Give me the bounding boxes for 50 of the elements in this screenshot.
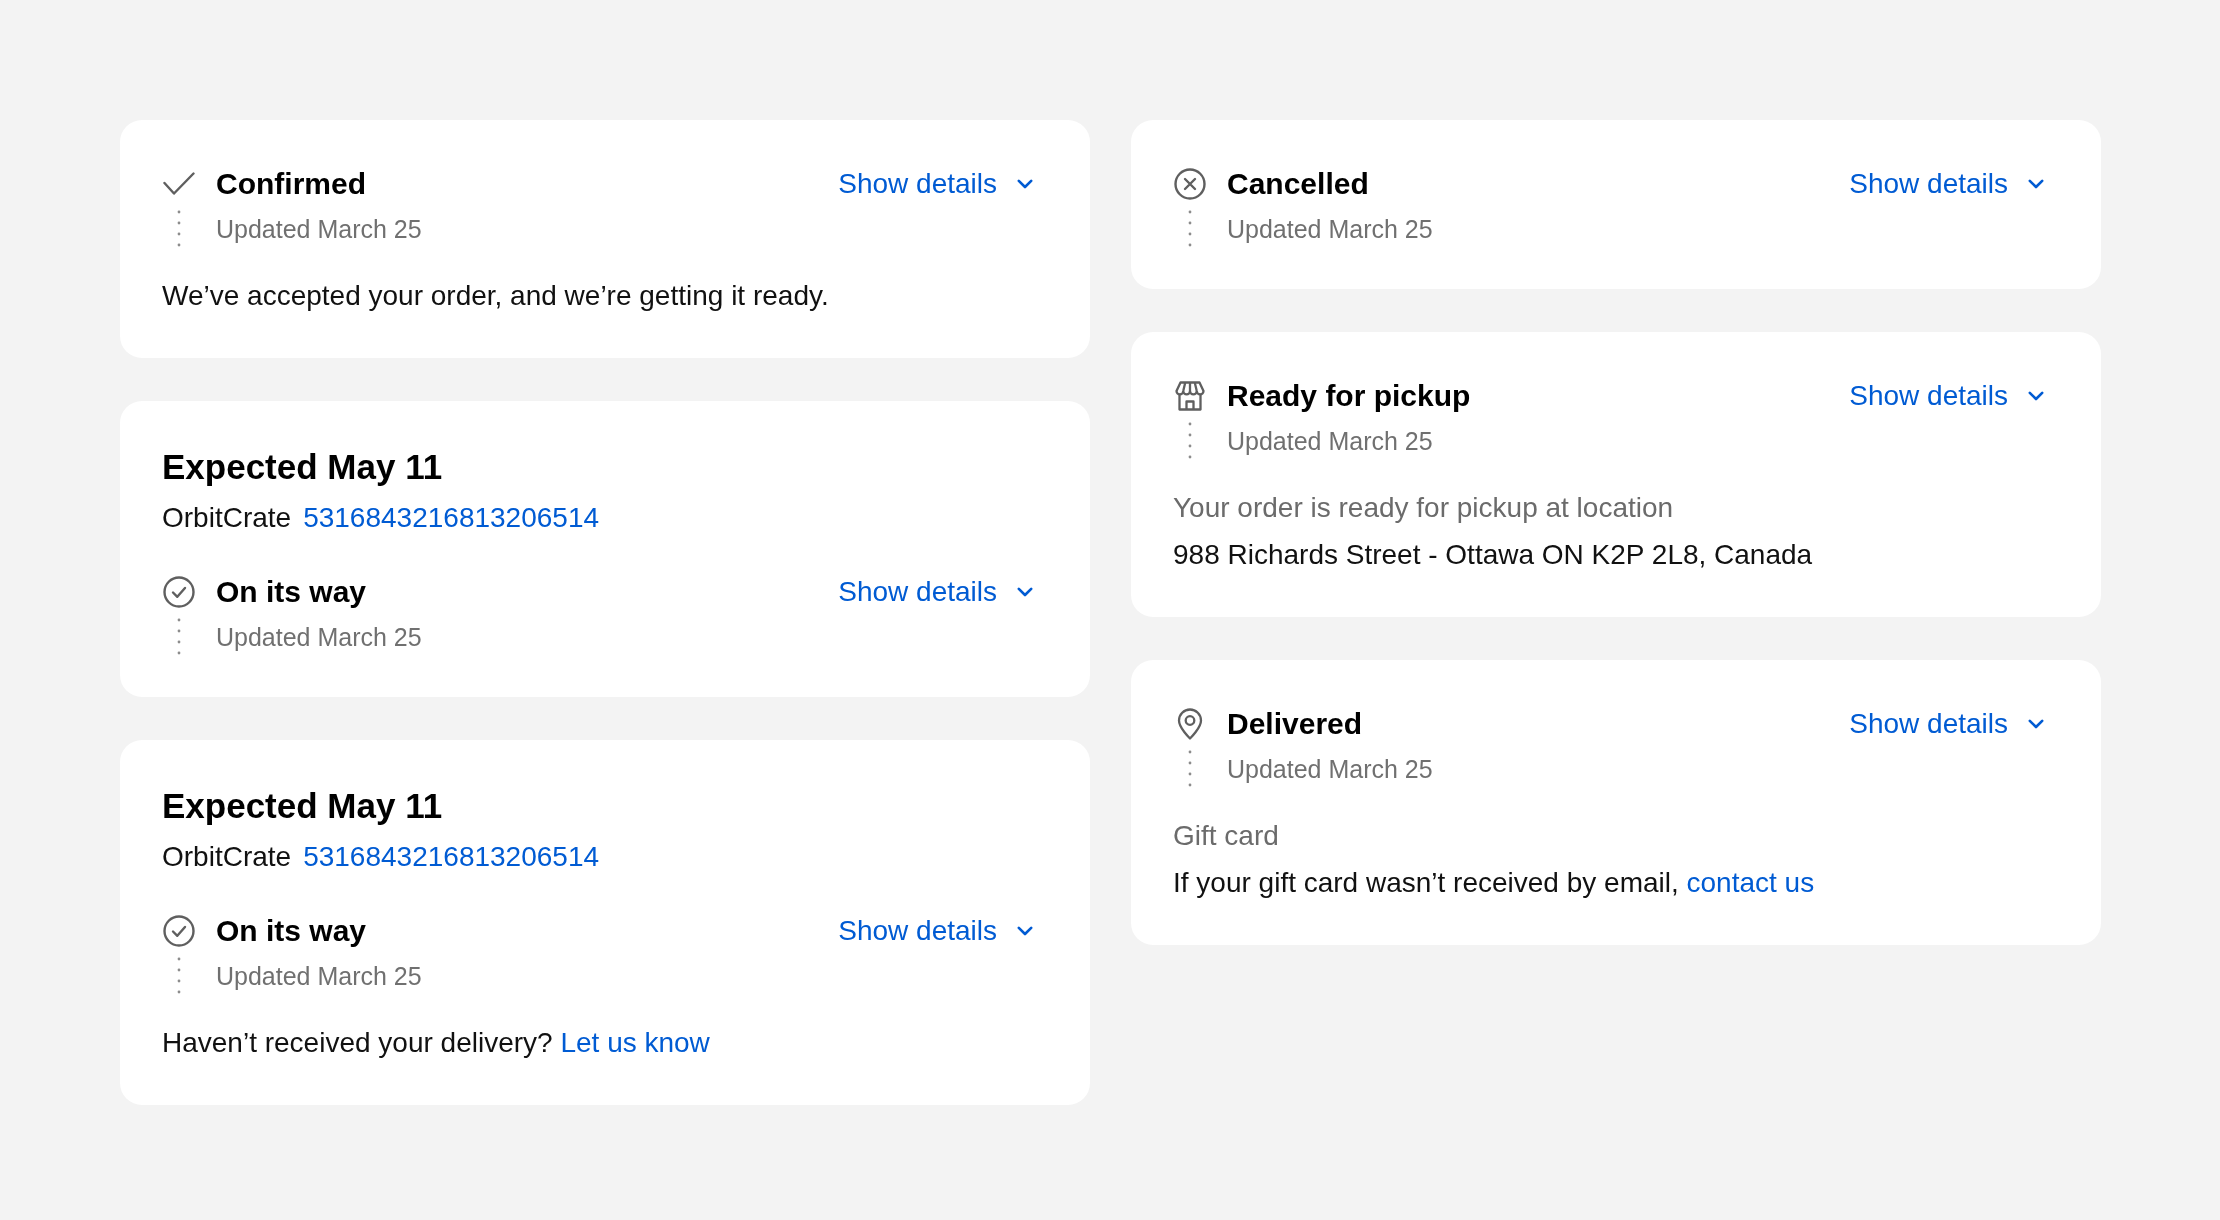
status-title: Cancelled [1227, 166, 1370, 202]
chevron-down-icon [2028, 391, 2044, 401]
chevron-down-icon [1017, 926, 1033, 936]
updated-date: Updated March 25 [216, 960, 423, 992]
show-details-button[interactable]: Show details [838, 572, 1033, 612]
tracking-number-link[interactable]: 5316843216813206514 [303, 837, 600, 877]
carrier-name: OrbitCrate [162, 501, 292, 535]
chevron-down-icon [2028, 719, 2044, 729]
help-link[interactable]: contact us [1686, 867, 1815, 898]
status-message: 988 Richards Street - Ottawa ON K2P 2L8, Canada [1173, 538, 1814, 572]
note-text: Gift card [1173, 819, 1280, 853]
carrier-name: OrbitCrate [162, 840, 292, 874]
dotted-line [1188, 210, 1192, 247]
dotted-line [177, 210, 181, 247]
help-text: If your gift card wasn’t received by email, contact us [1173, 866, 1816, 900]
x-circle-icon [1174, 168, 1206, 200]
note-text: Your order is ready for pickup at location [1173, 491, 1675, 525]
expected-date-heading: Expected May 11 [162, 446, 444, 488]
expected-date-heading: Expected May 11 [162, 785, 444, 827]
show-details-button[interactable]: Show details [1849, 376, 2044, 416]
check-circle-icon [163, 576, 195, 608]
show-details-button[interactable]: Show details [838, 911, 1033, 951]
show-details-button[interactable]: Show details [1849, 704, 2044, 744]
chevron-down-icon [1017, 587, 1033, 597]
updated-date: Updated March 25 [1227, 425, 1434, 457]
show-details-button[interactable]: Show details [838, 164, 1033, 204]
status-title: On its way [216, 913, 368, 949]
dotted-line [1188, 750, 1192, 787]
status-message: We’ve accepted your order, and we’re getting it ready. [162, 279, 830, 313]
dotted-line [1188, 422, 1192, 459]
updated-date: Updated March 25 [216, 213, 423, 245]
status-title: On its way [216, 574, 368, 610]
map-pin-icon [1177, 708, 1203, 740]
checkmark-icon [163, 172, 195, 196]
status-title: Delivered [1227, 706, 1364, 742]
dotted-line [177, 957, 181, 994]
status-title: Ready for pickup [1227, 378, 1472, 414]
help-text: Haven’t received your delivery? Let us know [162, 1026, 711, 1060]
storefront-icon [1174, 380, 1206, 412]
dotted-line [177, 618, 181, 655]
updated-date: Updated March 25 [1227, 213, 1434, 245]
updated-date: Updated March 25 [216, 621, 423, 653]
status-title: Confirmed [216, 166, 367, 202]
chevron-down-icon [1017, 179, 1033, 189]
tracking-number-link[interactable]: 5316843216813206514 [303, 498, 600, 538]
updated-date: Updated March 25 [1227, 753, 1434, 785]
chevron-down-icon [2028, 179, 2044, 189]
show-details-button[interactable]: Show details [1849, 164, 2044, 204]
help-link[interactable]: Let us know [560, 1027, 710, 1058]
check-circle-icon [163, 915, 195, 947]
